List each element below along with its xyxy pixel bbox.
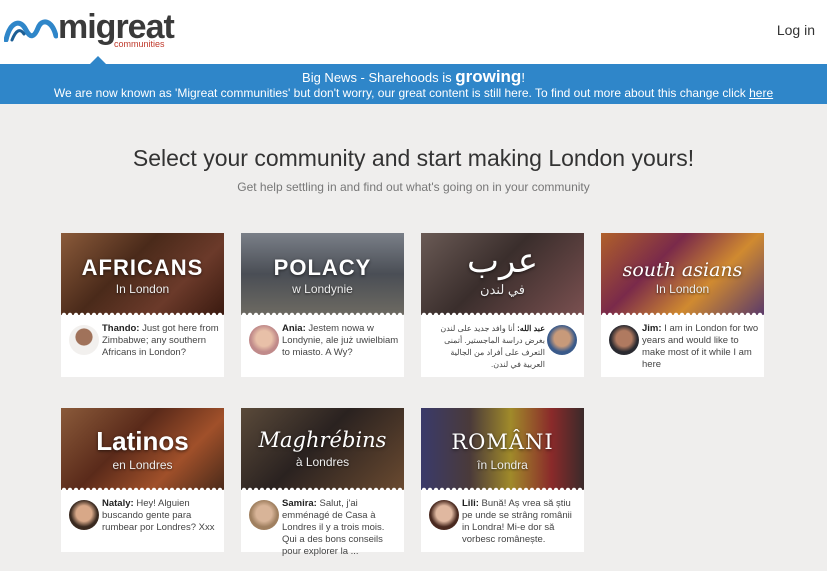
community-card-image: عرب في لندن [421,233,584,315]
community-location: In London [115,282,170,296]
community-card-message: Samira: Salut, j'ai emménagé de Casa à L… [282,498,400,558]
community-name: south asians [622,259,743,281]
message-author: Ania: [282,323,306,334]
community-card-latinos[interactable]: Latinos en Londres Nataly: Hey! Alguien … [61,408,224,552]
message-author: Samira: [282,498,317,509]
banner-headline-emphasis: growing [455,67,522,86]
banner-here-link[interactable]: here [749,86,773,100]
page-title: Select your community and start making L… [132,145,695,171]
community-card-image: POLACY w Londynie [241,233,404,315]
community-card-message: عبد الله: أنا وافد جديد على لندن بغرض در… [427,323,545,371]
community-card-image: ROMÂNI în Londra [421,408,584,490]
community-card-message: Thando: Just got here from Zimbabwe; any… [102,323,220,359]
message-author: Thando: [102,323,140,334]
avatar [249,500,279,530]
card-scallop-edge [421,486,584,490]
avatar [609,325,639,355]
community-name: POLACY [273,255,372,280]
banner-headline-suffix: ! [521,70,525,85]
community-name: Latinos [96,426,189,456]
community-name: عرب [466,242,539,280]
community-card-image: AFRICANS In London [61,233,224,315]
news-banner: Big News - Sharehoods is growing! We are… [0,64,827,104]
page-subtitle: Get help settling in and find out what's… [237,180,590,194]
community-location: en Londres [112,458,173,472]
avatar [69,500,99,530]
community-card-message: Nataly: Hey! Alguien buscando gente para… [102,498,220,534]
community-card-message: Jim: I am in London for two years and wo… [642,323,760,371]
card-scallop-edge [61,311,224,315]
top-header: migreat communities Log in [0,0,827,65]
login-link[interactable]: Log in [777,22,815,38]
community-name: AFRICANS [81,255,204,280]
community-location: în Londra [477,458,528,472]
logo-waves-icon [4,19,58,42]
community-location: In London [655,282,710,296]
message-author: Lili: [462,498,479,509]
community-card-south-asians[interactable]: south asians In London Jim: I am in Lond… [601,233,764,377]
community-location: في لندن [480,282,525,297]
community-card-message: Lili: Bună! Aș vrea să știu pe unde se s… [462,498,580,546]
card-scallop-edge [241,311,404,315]
card-scallop-edge [241,486,404,490]
banner-message-text: We are now known as 'Migreat communities… [53,86,750,100]
message-author: Nataly: [102,498,134,509]
banner-message: We are now known as 'Migreat communities… [0,86,827,100]
community-name: Maghrébins [258,428,387,452]
logo-subtitle: communities [114,39,165,49]
message-author: Jim: [642,323,662,334]
message-author: عبد الله: [517,324,545,333]
banner-headline-prefix: Big News - Sharehoods is [302,70,456,85]
community-name: ROMÂNI [451,430,554,454]
community-card-image: south asians In London [601,233,764,315]
community-card-image: Maghrébins à Londres [241,408,404,490]
community-card-message: Ania: Jestem nowa w Londynie, ale już uw… [282,323,400,359]
avatar [249,325,279,355]
community-card-africans[interactable]: AFRICANS In London Thando: Just got here… [61,233,224,377]
community-card-polacy[interactable]: POLACY w Londynie Ania: Jestem nowa w Lo… [241,233,404,377]
community-location: à Londres [295,455,350,469]
card-scallop-edge [421,311,584,315]
migreat-logo[interactable]: migreat communities [4,8,175,52]
community-card-arabs[interactable]: عرب في لندن عبد الله: أنا وافد جديد على … [421,233,584,377]
avatar [547,325,577,355]
community-card-image: Latinos en Londres [61,408,224,490]
card-scallop-edge [61,486,224,490]
avatar [69,325,99,355]
avatar [429,500,459,530]
message-text: Bună! Aș vrea să știu pe unde se strâng … [462,498,572,545]
community-location: w Londynie [292,282,353,296]
community-card-maghrebins[interactable]: Maghrébins à Londres Samira: Salut, j'ai… [241,408,404,557]
banner-headline: Big News - Sharehoods is growing! [0,67,827,87]
card-scallop-edge [601,311,764,315]
community-card-romani[interactable]: ROMÂNI în Londra Lili: Bună! Aș vrea să … [421,408,584,552]
